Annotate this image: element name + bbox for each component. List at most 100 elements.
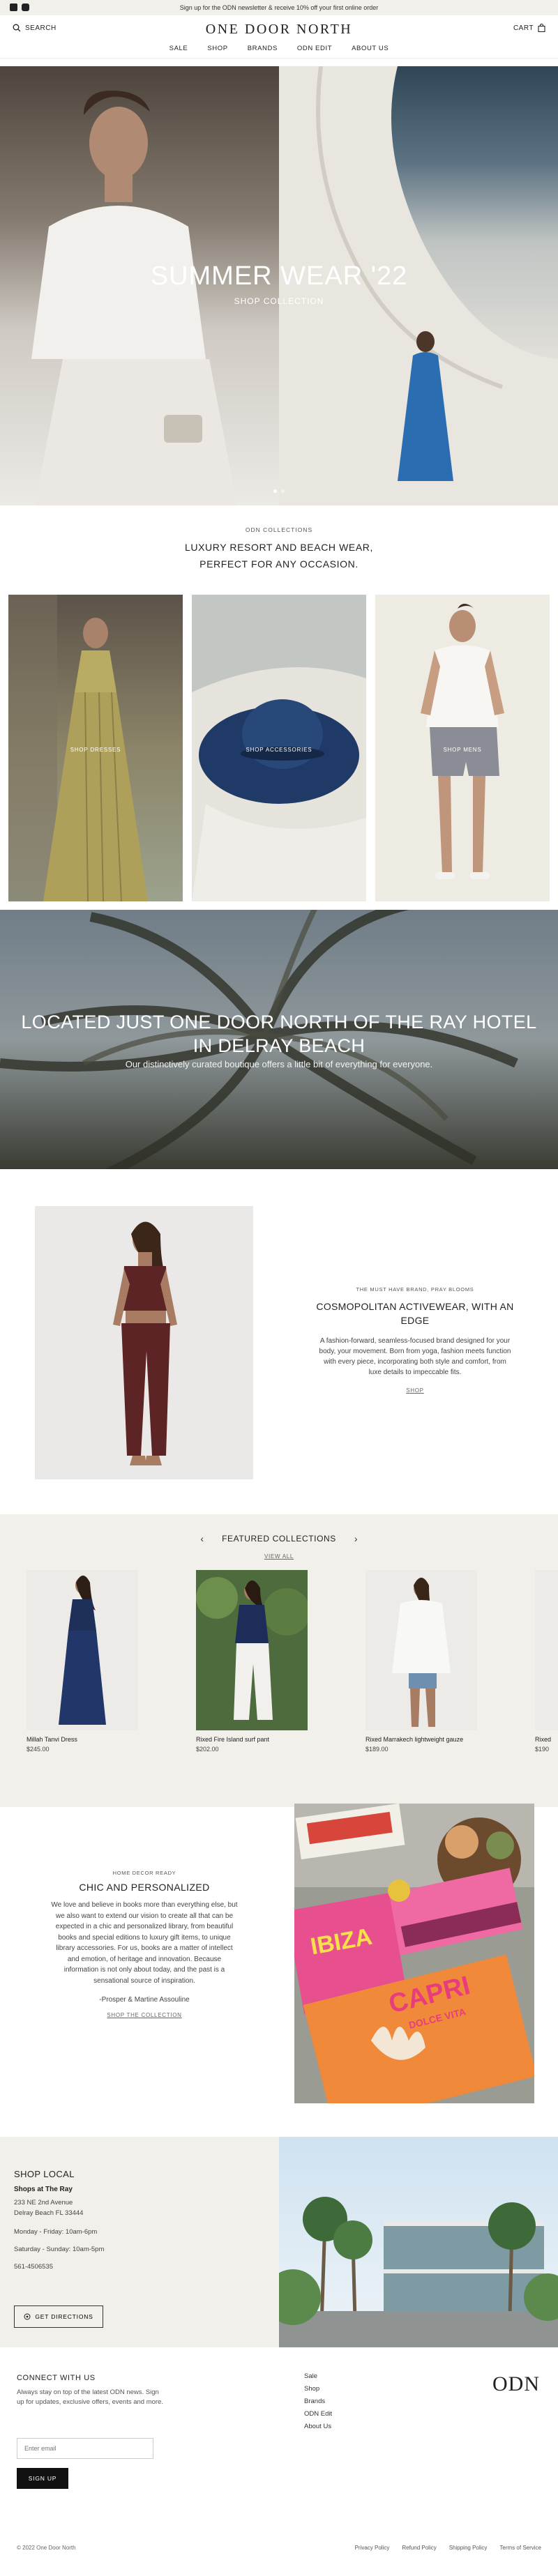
nav-shop[interactable]: SHOP [207,45,227,52]
refund-policy-link[interactable]: Refund Policy [402,2545,436,2551]
product-price: $202.00 [196,1746,219,1753]
collections-title: FEATURED COLLECTIONS [222,1534,336,1544]
featured-brand-kicker: THE MUST HAVE BRAND, PRAY BLOOMS [356,1286,474,1293]
social-links [10,3,29,11]
shop-local-title: SHOP LOCAL [14,2169,75,2179]
store-address-1: 233 NE 2nd Avenue [14,2199,73,2207]
signup-button[interactable]: SIGN UP [17,2468,68,2489]
store-address-2: Delray Beach FL 33444 [14,2209,84,2217]
nav-brands[interactable]: BRANDS [248,45,278,52]
decor-body: We love and believe in books more than e… [51,1901,238,1985]
hero-title: SUMMER WEAR '22 [150,261,408,291]
tile-mens[interactable]: SHOP MENS [375,595,550,901]
intro-tagline: ODN COLLECTIONS LUXURY RESORT AND BEACH … [0,526,558,572]
nav-odn-edit[interactable]: ODN EDIT [297,45,332,52]
nav-sale[interactable]: SALE [169,45,188,52]
shipping-policy-link[interactable]: Shipping Policy [449,2545,488,2551]
site-footer: CONNECT WITH US Always stay on top of th… [0,2347,558,2576]
shop-local-subtitle: Shops at The Ray [14,2186,73,2193]
product-name[interactable]: Rixed Fire Island surf pant [196,1736,308,1743]
footer-logo[interactable]: ODN [492,2372,540,2396]
get-directions-button[interactable]: GET DIRECTIONS [14,2306,103,2328]
product-name[interactable]: Rixed Marrakech lightweight gauze [365,1736,477,1743]
featured-brand-image[interactable] [35,1206,253,1479]
product-image[interactable] [196,1570,308,1730]
located-title: LOCATED JUST ONE DOOR NORTH OF THE RAY H… [21,1012,537,1056]
product-card[interactable]: Rixed Marrakech lightweight gauze $189.0… [365,1570,477,1753]
tile-accessories-label: SHOP ACCESSORIES [246,747,312,753]
product-name[interactable]: Millah Tanvi Dress [27,1736,138,1743]
privacy-policy-link[interactable]: Privacy Policy [355,2545,390,2551]
located-subtitle: Our distinctively curated boutique offer… [125,1059,433,1069]
store-hours-weekend: Saturday - Sunday: 10am-5pm [14,2246,105,2253]
footer-link-about-us[interactable]: About Us [304,2423,332,2430]
prev-arrow-icon[interactable]: ‹ [200,1533,204,1544]
shop-local: SHOP LOCAL Shops at The Ray 233 NE 2nd A… [0,2137,558,2347]
shop-the-collection-link[interactable]: SHOP THE COLLECTION [50,2012,239,2018]
decor-title: CHIC AND PERSONALIZED [79,1882,210,1893]
location-pin-icon [24,2313,31,2320]
home-decor-text: HOME DECOR READY CHIC AND PERSONALIZED W… [50,1870,239,2018]
store-hours-weekday: Monday - Friday: 10am-6pm [14,2228,98,2236]
product-price: $189.00 [365,1746,389,1753]
newsletter-title: CONNECT WITH US [17,2374,96,2382]
nav-about-us[interactable]: ABOUT US [352,45,389,52]
tile-mens-label: SHOP MENS [443,747,482,753]
intro-line-1: LUXURY RESORT AND BEACH WEAR, [185,542,373,553]
product-price: $190 [535,1746,550,1753]
facebook-icon[interactable] [10,3,17,11]
view-all-link[interactable]: VIEW ALL [264,1553,294,1560]
slideshow-dots [0,489,558,493]
footer-links: Sale Shop Brands ODN Edit About Us [304,2372,332,2430]
cart-label: CART [513,24,534,32]
hero-slideshow[interactable]: SUMMER WEAR '22 SHOP COLLECTION [0,66,558,505]
product-image[interactable] [365,1570,477,1730]
featured-brand-text: THE MUST HAVE BRAND, PRAY BLOOMS COSMOPO… [310,1286,520,1394]
home-decor-image[interactable]: IBIZA CAPRI DOLCE VITA [294,1804,534,2103]
announcement-text[interactable]: Sign up for the ODN newsletter & receive… [180,4,378,11]
store-info: SHOP LOCAL Shops at The Ray 233 NE 2nd A… [14,2169,265,2271]
product-card[interactable]: Millah Tanvi Dress $245.00 [27,1570,138,1753]
site-logo[interactable]: ONE DOOR NORTH [0,22,558,38]
tile-accessories[interactable]: SHOP ACCESSORIES [192,595,366,901]
get-directions-label: GET DIRECTIONS [35,2313,93,2320]
instagram-icon[interactable] [22,3,29,11]
store-image [279,2137,558,2347]
page: Sign up for the ODN newsletter & receive… [0,0,558,2576]
featured-brand-title: COSMOPOLITAN ACTIVEWEAR, WITH AN EDGE [316,1301,514,1326]
footer-link-brands[interactable]: Brands [304,2398,332,2405]
hero-cta-link[interactable]: SHOP COLLECTION [0,296,558,306]
featured-brand-shop-link[interactable]: SHOP [310,1387,520,1394]
newsletter-text: Always stay on top of the latest ODN new… [17,2388,163,2406]
product-card[interactable]: Rixed $190 [535,1570,558,1753]
site-header: SEARCH ONE DOOR NORTH CART SALE SHOP BRA… [0,15,558,59]
terms-of-service-link[interactable]: Terms of Service [499,2545,541,2551]
announcement-bar: Sign up for the ODN newsletter & receive… [0,0,558,15]
tile-dresses[interactable]: SHOP DRESSES [8,595,183,901]
featured-collections: ‹ FEATURED COLLECTIONS › VIEW ALL Millah… [0,1514,558,1807]
decor-signature: -Prosper & Martine Assouline [99,1996,190,2004]
product-card[interactable]: Rixed Fire Island surf pant $202.00 [196,1570,308,1753]
intro-line-2: PERFECT FOR ANY OCCASION. [199,558,359,570]
footer-link-odn-edit[interactable]: ODN Edit [304,2410,332,2418]
product-price: $245.00 [27,1746,50,1753]
slide-dot-1[interactable] [273,489,277,493]
product-image[interactable] [27,1570,138,1730]
product-carousel: Millah Tanvi Dress $245.00 Rixed Fire Is… [27,1570,558,1753]
product-image[interactable] [535,1570,558,1730]
product-name[interactable]: Rixed [535,1736,558,1743]
copyright: © 2022 One Door North [17,2545,76,2551]
footer-link-shop[interactable]: Shop [304,2385,332,2393]
intro-kicker: ODN COLLECTIONS [245,526,313,533]
cart-button[interactable]: CART [513,24,545,32]
collections-header: ‹ FEATURED COLLECTIONS › [0,1533,558,1544]
next-arrow-icon[interactable]: › [354,1533,358,1544]
slide-dot-2[interactable] [281,489,285,493]
email-field[interactable] [17,2438,153,2459]
featured-brand-body: A fashion-forward, seamless-focused bran… [319,1337,511,1376]
store-phone[interactable]: 561-4506535 [14,2263,265,2271]
legal-links: Privacy Policy Refund Policy Shipping Po… [355,2545,541,2551]
category-tiles: SHOP DRESSES SHOP ACCESSORIES SHOP MENS [8,595,550,901]
tile-dresses-label: SHOP DRESSES [70,747,121,753]
footer-link-sale[interactable]: Sale [304,2372,332,2380]
